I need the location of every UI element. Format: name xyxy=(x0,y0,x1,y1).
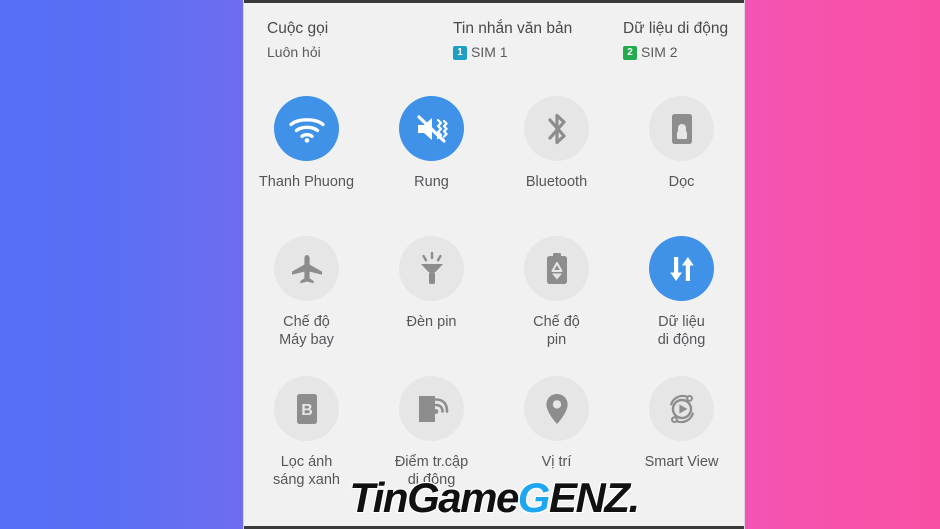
tile-airplane-mode[interactable]: Chế độ Máy bay xyxy=(244,236,369,376)
tile-smart-view-circle[interactable] xyxy=(649,376,714,441)
watermark-part-2: G xyxy=(517,474,551,521)
watermark: TinGameGENZ. xyxy=(349,474,640,521)
tile-mobile-data[interactable]: Dữ liệu di động xyxy=(619,236,744,376)
mobile-data-icon xyxy=(665,252,699,286)
tile-mobile-data-label: Dữ liệu di động xyxy=(657,314,706,348)
tile-battery-saver[interactable]: Chế độ pin xyxy=(494,236,619,376)
status-sub-calls-text: Luôn hỏi xyxy=(267,44,321,60)
status-sub-sms-text: SIM 1 xyxy=(471,44,508,60)
watermark-part-1: TinGame xyxy=(349,474,519,521)
tile-vibrate-label: Rung xyxy=(414,174,449,190)
battery-saver-icon xyxy=(543,252,571,286)
quick-settings-panel: Cuộc gọi Luôn hỏi Tin nhắn văn bản 1 SIM… xyxy=(243,0,745,529)
smart-view-icon xyxy=(665,392,699,426)
tile-row: Thanh Phuong Rung Bluetooth Dọc xyxy=(244,96,744,236)
status-header: Cuộc gọi Luôn hỏi Tin nhắn văn bản 1 SIM… xyxy=(244,18,744,80)
tile-rotation-lock[interactable]: Dọc xyxy=(619,96,744,236)
hotspot-icon xyxy=(415,392,449,426)
tile-flashlight[interactable]: Đèn pin xyxy=(369,236,494,376)
quick-settings-tile-grid: Thanh Phuong Rung Bluetooth Dọc Chế độ M… xyxy=(244,96,744,516)
status-title-mobile-data: Dữ liệu di động xyxy=(623,20,729,37)
status-title-calls: Cuộc gọi xyxy=(267,20,329,37)
status-column-mobile-data[interactable]: Dữ liệu di động 2 SIM 2 xyxy=(600,18,744,80)
tile-airplane-mode-circle[interactable] xyxy=(274,236,339,301)
status-title-sms: Tin nhắn văn bản xyxy=(453,20,573,37)
svg-text:B: B xyxy=(301,402,313,419)
tile-mobile-hotspot-circle[interactable] xyxy=(399,376,464,441)
tile-mobile-data-circle[interactable] xyxy=(649,236,714,301)
tile-vibrate[interactable]: Rung xyxy=(369,96,494,236)
tile-battery-saver-circle[interactable] xyxy=(524,236,589,301)
tile-blue-light-filter-circle[interactable]: B xyxy=(274,376,339,441)
status-sub-sms: 1 SIM 1 xyxy=(453,43,600,62)
status-sub-mobile-data: 2 SIM 2 xyxy=(623,43,744,62)
tile-location-label: Vị trí xyxy=(541,454,572,470)
screenshot-root: Cuộc gọi Luôn hỏi Tin nhắn văn bản 1 SIM… xyxy=(0,0,940,529)
tile-battery-saver-label: Chế độ pin xyxy=(533,314,580,348)
sim2-badge-icon: 2 xyxy=(623,45,637,60)
wifi-icon xyxy=(288,114,326,144)
tile-blue-light-filter-label: Lọc ánh sáng xanh xyxy=(273,454,340,488)
tile-wifi[interactable]: Thanh Phuong xyxy=(244,96,369,236)
watermark-part-3: ENZ. xyxy=(548,474,640,521)
panel-top-edge xyxy=(244,0,744,3)
tile-row: Chế độ Máy bay Đèn pin Chế độ pin Dữ liệ… xyxy=(244,236,744,376)
tile-flashlight-circle[interactable] xyxy=(399,236,464,301)
flashlight-icon xyxy=(416,251,448,287)
sim1-badge-icon: 1 xyxy=(453,45,467,60)
status-sub-calls: Luôn hỏi xyxy=(267,43,430,62)
status-column-calls[interactable]: Cuộc gọi Luôn hỏi xyxy=(244,18,430,80)
tile-bluetooth-circle[interactable] xyxy=(524,96,589,161)
tile-flashlight-label: Đèn pin xyxy=(406,314,457,330)
location-pin-icon xyxy=(543,392,571,426)
tile-bluetooth-label: Bluetooth xyxy=(525,174,588,190)
tile-airplane-mode-label: Chế độ Máy bay xyxy=(279,314,334,348)
vibrate-icon xyxy=(414,113,450,145)
bluetooth-icon xyxy=(543,111,571,147)
status-column-sms[interactable]: Tin nhắn văn bản 1 SIM 1 xyxy=(430,18,600,80)
tile-vibrate-circle[interactable] xyxy=(399,96,464,161)
status-sub-mobile-data-text: SIM 2 xyxy=(641,44,678,60)
tile-rotation-lock-circle[interactable] xyxy=(649,96,714,161)
tile-wifi-label: Thanh Phuong xyxy=(258,174,355,190)
tile-bluetooth[interactable]: Bluetooth xyxy=(494,96,619,236)
rotation-lock-icon xyxy=(667,112,697,146)
blue-light-filter-icon: B xyxy=(293,392,321,426)
tile-rotation-lock-label: Dọc xyxy=(668,174,695,190)
airplane-icon xyxy=(289,252,325,286)
tile-wifi-circle[interactable] xyxy=(274,96,339,161)
tile-smart-view-label: Smart View xyxy=(644,454,719,470)
tile-location-circle[interactable] xyxy=(524,376,589,441)
